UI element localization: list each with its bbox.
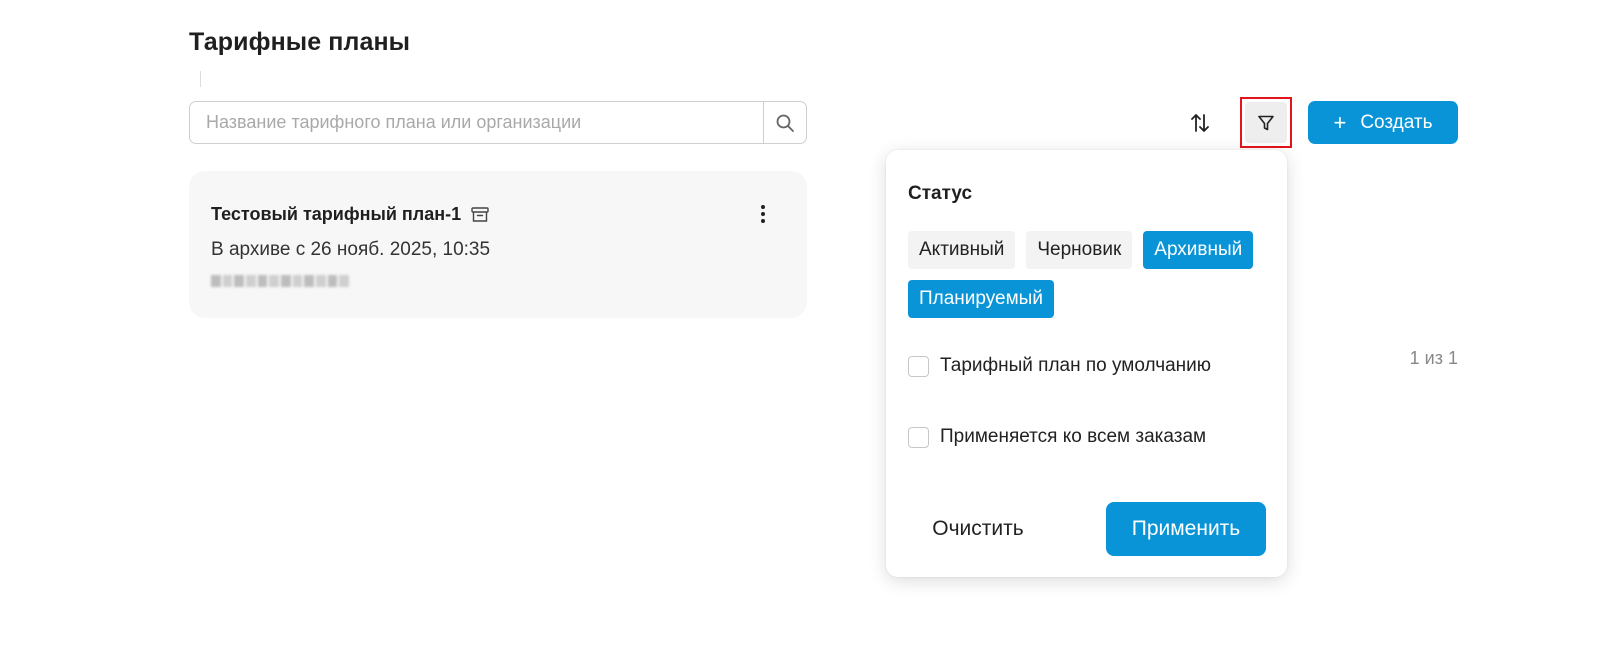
filter-button[interactable]: [1240, 97, 1292, 148]
filter-popup: Статус Активный Черновик Архивный Планир…: [886, 150, 1287, 577]
default-plan-label: Тарифный план по умолчанию: [940, 355, 1212, 376]
create-button-label: Создать: [1360, 111, 1433, 133]
all-orders-label: Применяется ко всем заказам: [940, 426, 1207, 447]
filter-button-surface: [1245, 102, 1287, 143]
status-chip-archived[interactable]: Архивный: [1143, 231, 1254, 269]
plan-archive-date: В архиве с 26 нояб. 2025, 10:35: [211, 239, 491, 260]
status-chips: Активный Черновик Архивный Планируемый: [908, 231, 1268, 318]
pagination-label: 1 из 1: [1409, 348, 1458, 368]
more-options-icon[interactable]: [753, 204, 773, 224]
clear-button[interactable]: Очистить: [908, 502, 1048, 556]
redacted-text: [211, 273, 350, 289]
all-orders-checkbox-row[interactable]: Применяется ко всем заказам: [908, 426, 1206, 448]
page-title: Тарифные планы: [189, 28, 411, 56]
filter-funnel-icon: [1258, 115, 1274, 130]
divider: [200, 71, 201, 87]
all-orders-checkbox[interactable]: [908, 426, 929, 448]
search-input[interactable]: [190, 102, 763, 143]
plus-icon: +: [1333, 109, 1347, 135]
search-box: [189, 101, 807, 144]
status-chip-planned[interactable]: Планируемый: [908, 280, 1054, 318]
status-chip-active[interactable]: Активный: [908, 231, 1016, 269]
default-plan-checkbox[interactable]: [908, 355, 929, 377]
default-plan-checkbox-row[interactable]: Тарифный план по умолчанию: [908, 355, 1211, 377]
search-button[interactable]: [763, 102, 806, 143]
search-icon: [776, 114, 794, 132]
archive-icon: [471, 207, 489, 222]
create-button[interactable]: + Создать: [1308, 101, 1458, 144]
status-chip-draft[interactable]: Черновик: [1026, 231, 1133, 269]
sort-arrows-icon: [1191, 113, 1209, 132]
sort-button[interactable]: [1180, 101, 1220, 144]
apply-button[interactable]: Применить: [1106, 502, 1266, 556]
plan-name: Тестовый тарифный план-1: [211, 204, 462, 224]
plan-card[interactable]: Тестовый тарифный план-1 В архиве с 26 н…: [189, 171, 807, 318]
status-title: Статус: [908, 183, 973, 204]
